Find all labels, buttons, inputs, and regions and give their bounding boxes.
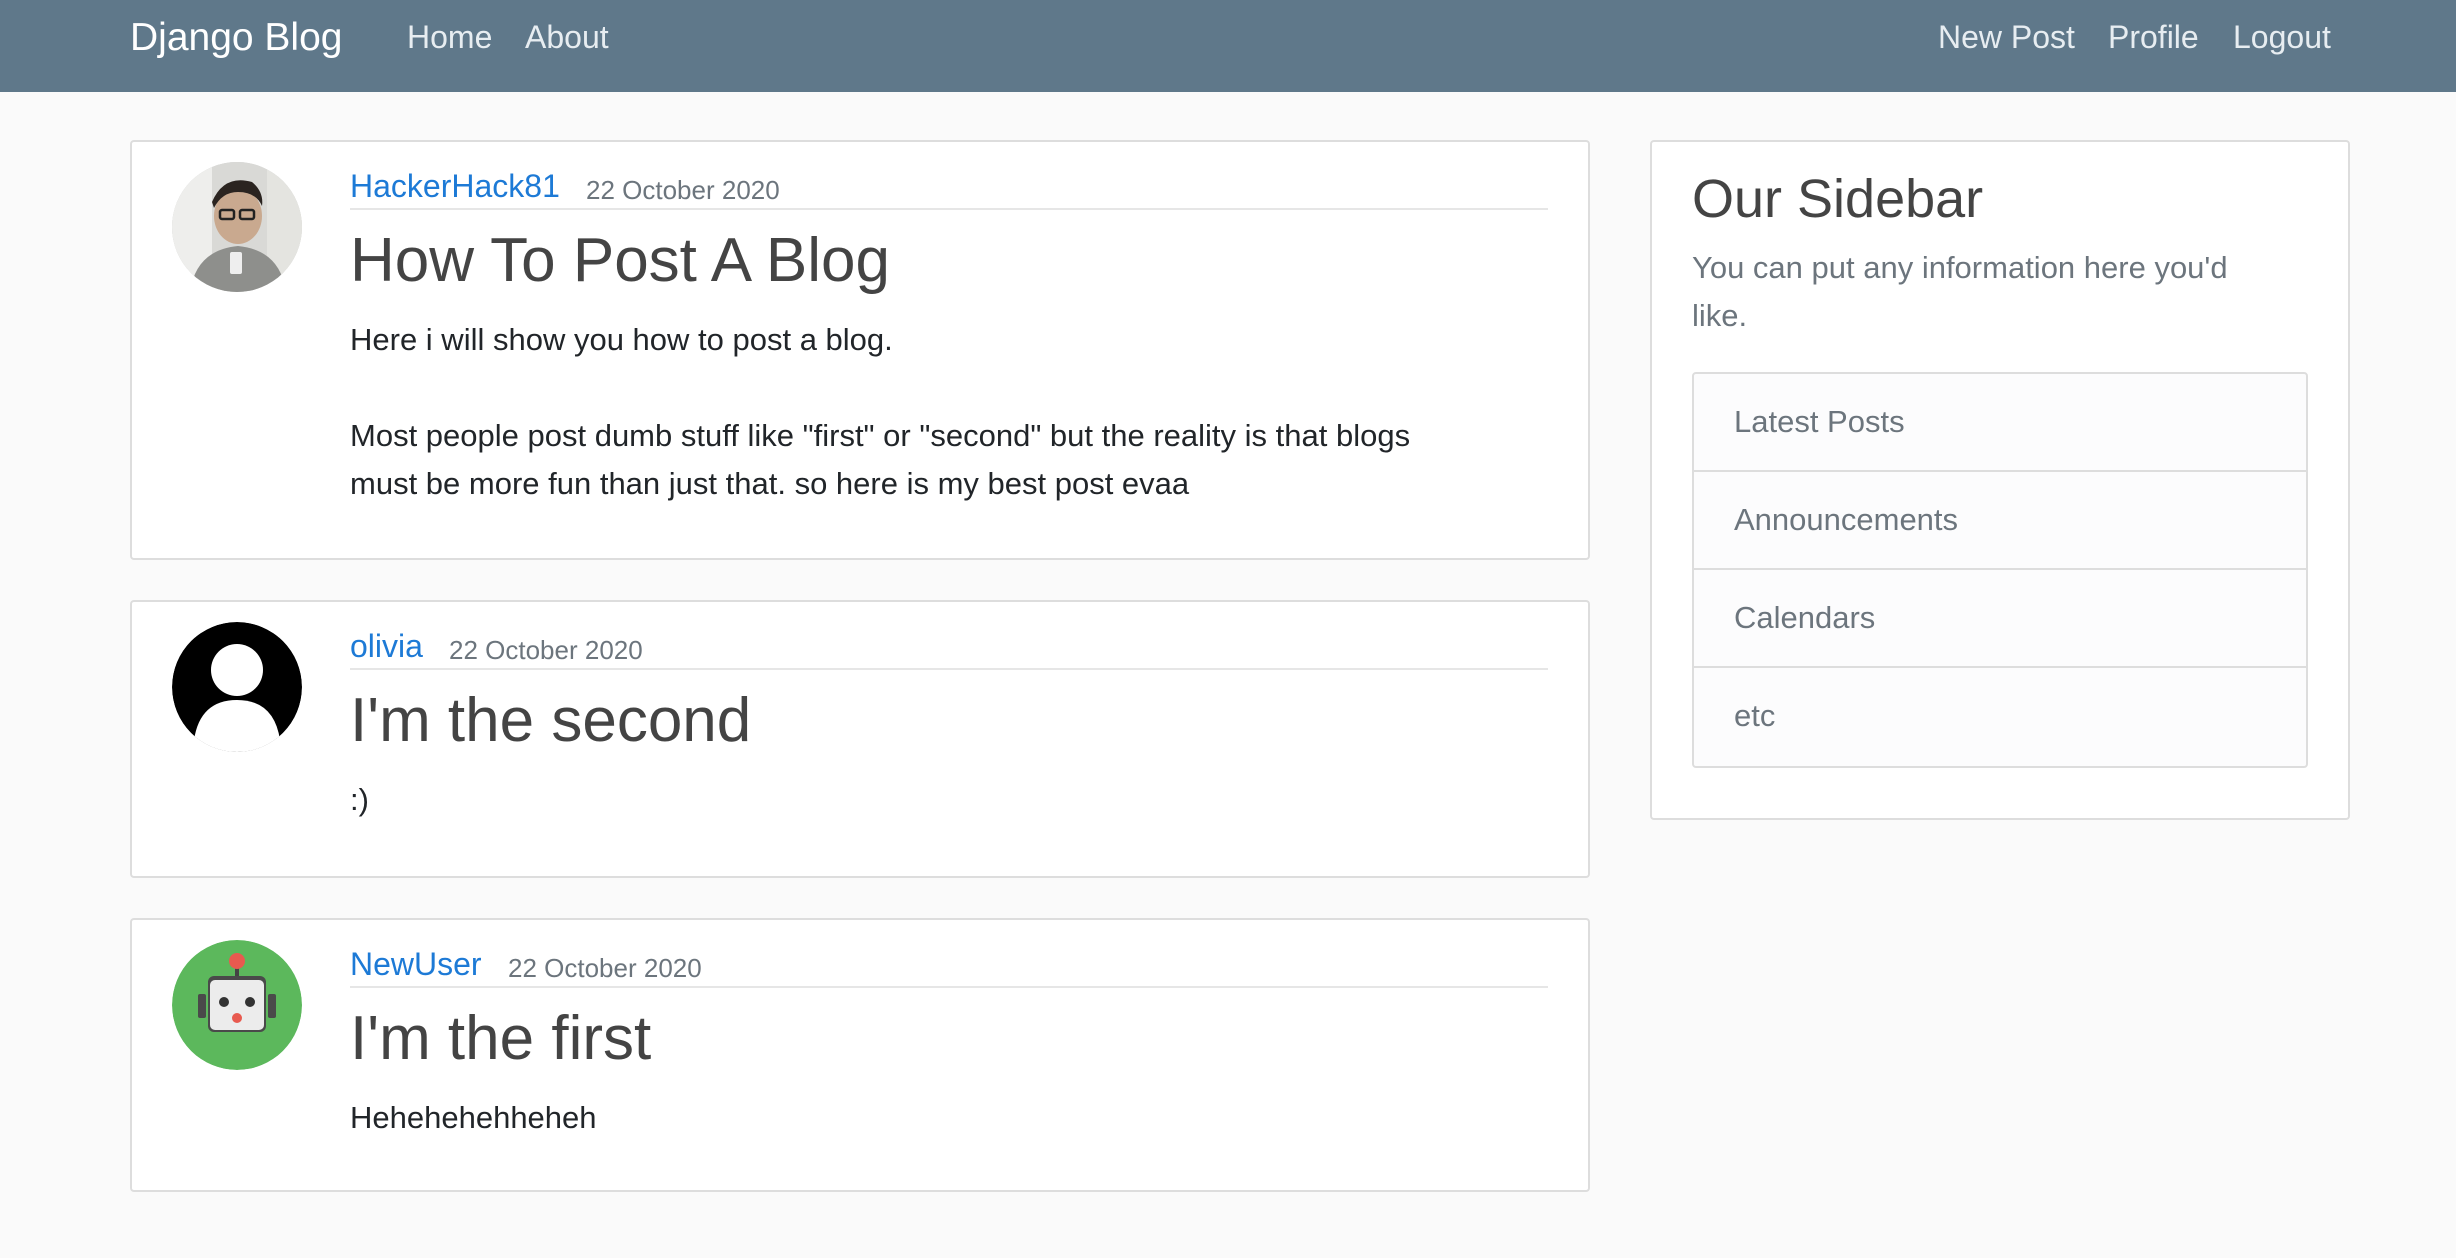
post-author-link[interactable]: olivia bbox=[350, 626, 423, 666]
post-content-line: Here i will show you how to post a blog. bbox=[350, 322, 893, 357]
brand-link[interactable]: Django Blog bbox=[130, 14, 342, 62]
nav-logout-link[interactable]: Logout bbox=[2233, 16, 2331, 58]
nav-home-link[interactable]: Home bbox=[407, 16, 492, 58]
post-content-line: must be more fun than just that. so here… bbox=[350, 466, 1190, 501]
sidebar-title: Our Sidebar bbox=[1692, 169, 1984, 229]
post-meta: NewUser 22 October 2020 bbox=[350, 944, 1548, 988]
photo-avatar-icon bbox=[172, 162, 302, 292]
nav-new-post-link[interactable]: New Post bbox=[1938, 16, 2075, 58]
nav-about-link[interactable]: About bbox=[525, 16, 609, 58]
post-card: HackerHack81 22 October 2020 How To Post… bbox=[130, 140, 1590, 560]
post-date: 22 October 2020 bbox=[449, 635, 643, 665]
post-title-link[interactable]: I'm the first bbox=[350, 1002, 651, 1076]
top-navbar: Django Blog Home About New Post Profile … bbox=[0, 0, 2456, 92]
post-author-link[interactable]: NewUser bbox=[350, 944, 482, 984]
default-user-avatar-icon bbox=[172, 622, 302, 752]
post-meta: olivia 22 October 2020 bbox=[350, 626, 1548, 670]
sidebar-item-announcements[interactable]: Announcements bbox=[1694, 472, 2306, 570]
post-content-line: Most people post dumb stuff like "first"… bbox=[350, 418, 1411, 453]
sidebar-description: You can put any information here you'd l… bbox=[1692, 244, 2322, 340]
post-content: :) bbox=[350, 776, 1550, 824]
robot-avatar-icon bbox=[172, 940, 302, 1070]
sidebar-description-line: like. bbox=[1692, 298, 1748, 333]
post-card: NewUser 22 October 2020 I'm the first He… bbox=[130, 918, 1590, 1192]
post-content-line bbox=[350, 364, 1550, 412]
sidebar-description-line: You can put any information here you'd bbox=[1692, 250, 2228, 285]
post-date: 22 October 2020 bbox=[508, 953, 702, 983]
post-meta: HackerHack81 22 October 2020 bbox=[350, 166, 1548, 210]
nav-profile-link[interactable]: Profile bbox=[2108, 16, 2199, 58]
post-content-line: :) bbox=[350, 782, 369, 817]
sidebar-item-calendars[interactable]: Calendars bbox=[1694, 570, 2306, 668]
sidebar-item-etc[interactable]: etc bbox=[1694, 668, 2306, 766]
post-date: 22 October 2020 bbox=[586, 175, 780, 205]
post-card: olivia 22 October 2020 I'm the second :) bbox=[130, 600, 1590, 878]
post-title-link[interactable]: How To Post A Blog bbox=[350, 224, 890, 298]
post-content: Here i will show you how to post a blog.… bbox=[350, 316, 1550, 508]
sidebar-item-latest-posts[interactable]: Latest Posts bbox=[1694, 374, 2306, 472]
post-content-line: Hehehehehheheh bbox=[350, 1100, 597, 1135]
post-author-link[interactable]: HackerHack81 bbox=[350, 166, 560, 206]
sidebar-list: Latest Posts Announcements Calendars etc bbox=[1692, 372, 2308, 768]
post-title-link[interactable]: I'm the second bbox=[350, 684, 751, 758]
post-content: Hehehehehheheh bbox=[350, 1094, 1550, 1142]
sidebar-card: Our Sidebar You can put any information … bbox=[1650, 140, 2350, 820]
